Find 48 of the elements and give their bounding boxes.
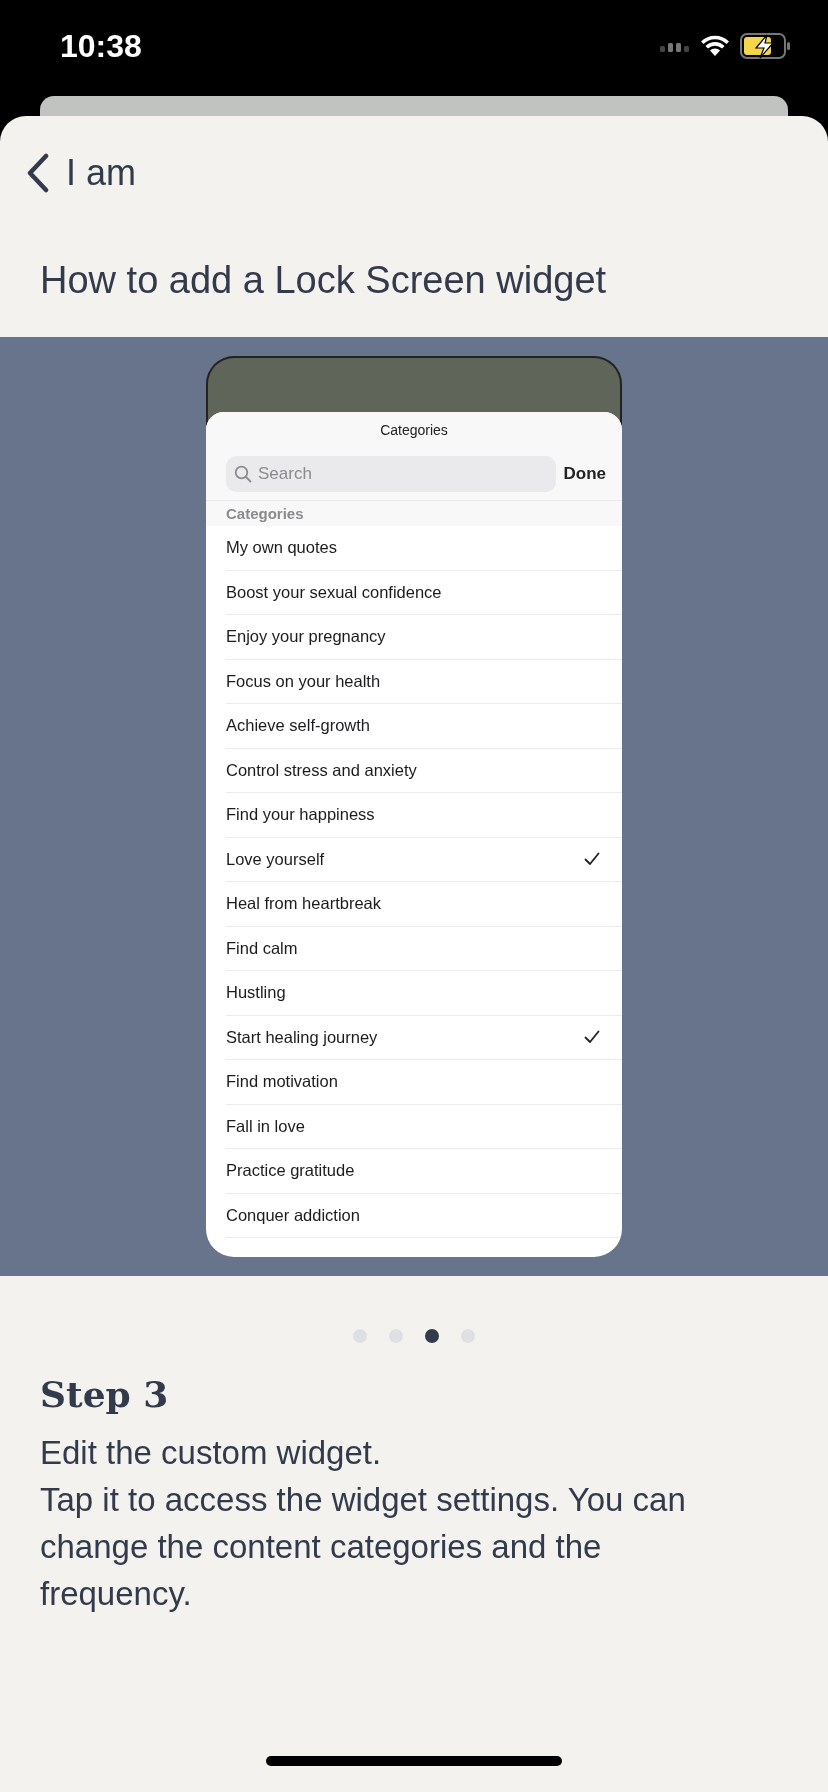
back-button[interactable]: I am [26, 152, 136, 194]
category-item[interactable]: Fall in love [226, 1104, 622, 1149]
sheet-title: Categories [206, 412, 622, 444]
search-field[interactable]: Search [226, 456, 556, 492]
battery-charging-icon [740, 33, 792, 59]
category-item[interactable]: Hustling [226, 971, 622, 1016]
category-label: Boost your sexual confidence [226, 582, 442, 602]
step-description: Tap it to access the widget settings. You can change the content categories and the frequency. [40, 1480, 687, 1614]
category-label: Achieve self-growth [226, 716, 370, 736]
category-label: Focus on your health [226, 671, 381, 691]
category-label: Hustling [226, 983, 286, 1003]
category-item[interactable]: Find calm [226, 926, 622, 971]
category-item[interactable]: Start healing journey [226, 1015, 622, 1060]
category-label: Heal from heartbreak [226, 894, 381, 914]
status-time: 10:38 [60, 27, 142, 65]
category-item[interactable]: My own quotes [226, 526, 622, 571]
page-dot[interactable] [425, 1329, 439, 1343]
category-label: Start healing journey [226, 1027, 378, 1047]
category-item[interactable]: Practice gratitude [226, 1149, 622, 1194]
step-lead: Edit the custom widget. [40, 1433, 383, 1473]
category-item[interactable]: Focus on your health [226, 659, 622, 704]
category-label: Find your happiness [226, 805, 375, 825]
search-icon [234, 465, 252, 483]
category-item[interactable]: Boost your sexual confidence [226, 570, 622, 615]
category-item[interactable]: Achieve self-growth [226, 704, 622, 749]
category-label: Conquer addiction [226, 1205, 360, 1225]
page-title: How to add a Lock Screen widget [40, 258, 608, 303]
category-item[interactable]: Love yourself [226, 837, 622, 882]
category-label: Find motivation [226, 1072, 338, 1092]
done-button[interactable]: Done [563, 464, 606, 484]
category-item[interactable]: Conquer addiction [226, 1193, 622, 1238]
category-label: Fall in love [226, 1116, 305, 1136]
category-label: Enjoy your pregnancy [226, 627, 386, 647]
category-item[interactable]: Control stress and anxiety [226, 748, 622, 793]
category-item[interactable]: Enjoy your pregnancy [226, 615, 622, 660]
category-label: Practice gratitude [226, 1161, 355, 1181]
wifi-icon [700, 35, 730, 57]
category-item[interactable]: Find your happiness [226, 793, 622, 838]
category-label: Control stress and anxiety [226, 760, 417, 780]
category-label: Find calm [226, 938, 298, 958]
signal-icon [660, 40, 690, 52]
category-item[interactable]: Heal from heartbreak [226, 882, 622, 927]
category-label: My own quotes [226, 538, 337, 558]
category-item[interactable]: Find motivation [226, 1060, 622, 1105]
back-chevron-icon [26, 153, 50, 193]
category-label: Love yourself [226, 849, 325, 869]
step-heading: Step 3 [40, 1373, 170, 1417]
section-header: Categories [206, 501, 622, 526]
